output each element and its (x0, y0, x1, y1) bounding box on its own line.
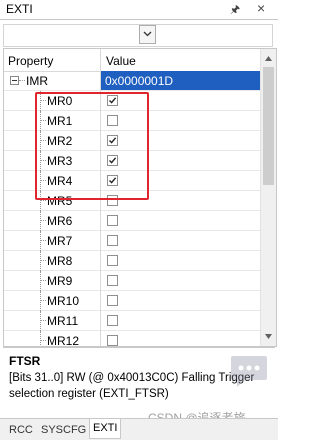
bit-name: MR8 (47, 254, 73, 268)
arrow-up-icon (265, 56, 272, 61)
bit-row-mr9[interactable]: MR9 (4, 271, 260, 291)
tab-exti[interactable]: EXTI (89, 419, 122, 439)
bit-name: MR6 (47, 214, 73, 228)
column-divider (100, 211, 101, 231)
register-value-cell[interactable]: 0x0000001D (101, 71, 260, 90)
bit-checkbox[interactable] (107, 295, 118, 306)
tab-syscfg[interactable]: SYSCFG (38, 422, 89, 438)
bit-checkbox[interactable] (107, 315, 118, 326)
register-row-imr[interactable]: IMR 0x0000001D (4, 71, 260, 91)
tree-line (40, 300, 46, 301)
tree-line (40, 280, 46, 281)
grid-header: Property Value (4, 49, 260, 72)
chevron-down-icon (143, 31, 152, 37)
tree-line (40, 251, 41, 271)
bit-name: MR9 (47, 274, 73, 288)
scroll-down-button[interactable] (261, 329, 276, 345)
scrollbar-thumb[interactable] (263, 67, 274, 185)
panel-title: EXTI (6, 2, 33, 16)
tree-line (40, 231, 41, 251)
column-divider (100, 271, 101, 291)
register-value: 0x0000001D (105, 74, 174, 88)
bottom-tab-bar: RCC SYSCFG EXTI (0, 418, 278, 440)
column-header-value: Value (106, 54, 136, 68)
collapse-icon[interactable] (10, 76, 19, 85)
tree-line (19, 80, 25, 81)
column-divider[interactable] (100, 49, 101, 71)
tree-line (40, 260, 46, 261)
column-divider (100, 231, 101, 251)
bit-checkbox[interactable] (107, 235, 118, 246)
bit-row-mr6[interactable]: MR6 (4, 211, 260, 231)
bit-row-mr10[interactable]: MR10 (4, 291, 260, 311)
column-divider (100, 311, 101, 331)
bit-name: MR7 (47, 234, 73, 248)
bit-name: MR12 (47, 334, 80, 347)
register-selector[interactable] (3, 24, 273, 47)
column-divider (100, 251, 101, 271)
tree-line (40, 311, 41, 331)
bit-name: MR11 (47, 314, 79, 328)
bit-checkbox[interactable] (107, 215, 118, 226)
tree-line (40, 291, 41, 311)
tree-line (40, 320, 46, 321)
bit-name: MR10 (47, 294, 80, 308)
tree-line (40, 240, 46, 241)
watermark-logo-icon (231, 356, 267, 387)
bit-row-mr12[interactable]: MR12 (4, 331, 260, 347)
pin-icon[interactable]: 🖈 (230, 1, 240, 20)
tree-line (40, 271, 41, 291)
bit-checkbox[interactable] (107, 255, 118, 266)
tab-rcc[interactable]: RCC (6, 422, 36, 438)
arrow-down-icon (265, 334, 272, 339)
register-name: IMR (26, 74, 48, 88)
vertical-scrollbar[interactable] (260, 49, 276, 346)
bit-row-mr7[interactable]: MR7 (4, 231, 260, 251)
bit-checkbox[interactable] (107, 275, 118, 286)
panel-titlebar: EXTI 🖈 × (0, 0, 278, 20)
column-divider (100, 331, 101, 346)
bit-row-mr8[interactable]: MR8 (4, 251, 260, 271)
close-icon[interactable]: × (257, 0, 265, 16)
scroll-up-button[interactable] (261, 51, 276, 67)
column-header-property: Property (8, 54, 54, 68)
tree-line (40, 200, 46, 201)
column-divider (100, 291, 101, 311)
selector-dropdown-button[interactable] (139, 25, 156, 44)
bit-row-mr11[interactable]: MR11 (4, 311, 260, 331)
tree-line (40, 220, 46, 221)
description-title: FTSR (9, 354, 41, 368)
tree-line (40, 340, 46, 341)
tree-line (40, 211, 41, 231)
annotation-highlight-box (35, 92, 149, 200)
bit-checkbox[interactable] (107, 335, 118, 346)
tree-line (40, 331, 41, 346)
